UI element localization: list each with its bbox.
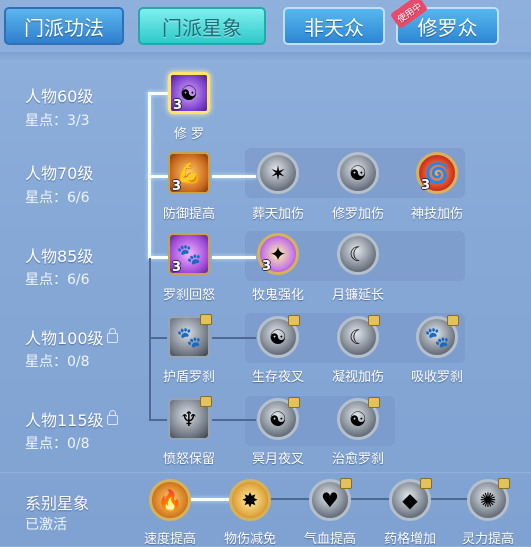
tab-label: 非天众	[304, 15, 364, 40]
row-level: 人物70级	[25, 164, 94, 183]
row-level: 人物60级	[25, 87, 94, 106]
skill-label: 凝视加伤	[331, 370, 384, 385]
tree-connector	[149, 419, 167, 421]
system-hp-up[interactable]: ♥	[309, 478, 352, 521]
row-points: 星点：6/6	[25, 190, 90, 206]
tab-sect-skills[interactable]: 门派功法	[4, 7, 124, 45]
tree-connector	[148, 175, 168, 178]
skill-defense-up[interactable]: 💪 3	[168, 152, 210, 194]
scythe-icon: ☾	[349, 242, 367, 266]
row-points: 星点：0/8	[25, 436, 90, 452]
system-spirit-up[interactable]: ✺	[467, 478, 510, 521]
skill-label: 冥月夜叉	[251, 452, 304, 467]
tree-connector	[212, 419, 256, 421]
skill-xiuluo-dmg[interactable]: ☯	[337, 152, 379, 194]
tab-label: 门派星象	[162, 15, 242, 40]
skill-label: 罗刹回怒	[162, 288, 215, 303]
tab-xiuluo[interactable]: 使用中 修罗众	[389, 0, 499, 45]
figure-icon: ✸	[241, 488, 259, 512]
skill-count: 3	[172, 179, 182, 194]
tree-connector	[212, 175, 256, 178]
skill-mugui[interactable]: ✦ 3	[257, 233, 299, 275]
skill-label: 药格增加	[383, 532, 436, 547]
header-divider	[0, 52, 531, 62]
skill-label: 防御提高	[162, 207, 215, 222]
tree-connector	[212, 337, 256, 339]
tab-label: 修罗众	[417, 15, 478, 40]
lock-icon	[447, 315, 459, 326]
lock-icon	[498, 478, 510, 489]
skill-survival-yaksha[interactable]: ☯	[257, 315, 300, 358]
tree-connector	[212, 256, 256, 259]
row-points: 星点：3/3	[25, 113, 90, 129]
skill-label: 愤怒保留	[162, 452, 215, 467]
skill-label: 修 罗	[173, 127, 205, 142]
skill-count: 3	[173, 98, 183, 113]
tree-connector	[149, 258, 151, 420]
lock-icon	[368, 315, 380, 326]
skill-shenji[interactable]: 🌀 3	[416, 152, 458, 194]
tab-label: 门派功法	[24, 15, 104, 40]
skill-gaze[interactable]: ☾	[337, 315, 380, 358]
skill-absorb-rakshasa[interactable]: 🐾	[416, 315, 459, 358]
skill-label: 生存夜叉	[251, 370, 304, 385]
flame-icon: 🔥	[157, 488, 183, 512]
lock-icon	[288, 315, 300, 326]
lock-icon	[106, 410, 118, 425]
row-level: 人物85级	[25, 247, 94, 266]
tab-feitian[interactable]: 非天众	[283, 7, 385, 45]
lock-icon	[340, 478, 352, 489]
tree-connector	[148, 256, 168, 259]
section-divider	[0, 472, 531, 473]
skill-label: 气血提高	[303, 532, 356, 547]
skill-label: 护盾罗刹	[162, 370, 215, 385]
lock-icon	[106, 328, 118, 343]
demon-icon: ☯	[349, 161, 367, 185]
skill-rakshasa-rage[interactable]: 🐾 3	[168, 233, 210, 275]
tab-sect-stars[interactable]: 门派星象	[138, 7, 266, 45]
slash-icon: ✶	[269, 161, 287, 185]
lock-icon	[200, 396, 212, 407]
lock-icon	[368, 397, 380, 408]
system-speed[interactable]: 🔥	[149, 479, 191, 521]
skill-xiuluo[interactable]: ☯ 3	[168, 72, 210, 114]
system-phys-reduce[interactable]: ✸	[229, 479, 271, 521]
skill-label: 物伤减免	[223, 532, 276, 547]
skill-count: 3	[262, 259, 272, 274]
skill-label: 速度提高	[143, 532, 196, 547]
lock-icon	[200, 314, 212, 325]
skill-zangtian[interactable]: ✶	[257, 152, 299, 194]
skill-label: 牧鬼强化	[251, 288, 304, 303]
skill-moon-scythe[interactable]: ☾	[337, 233, 379, 275]
skill-label: 治愈罗刹	[331, 452, 384, 467]
lock-icon	[288, 397, 300, 408]
skill-label: 灵力提高	[461, 532, 514, 547]
skill-heal-rakshasa[interactable]: ☯	[337, 397, 380, 440]
system-potion-slots[interactable]: ◆	[389, 478, 432, 521]
skill-label: 神技加伤	[410, 207, 463, 222]
tree-connector	[148, 92, 168, 95]
skill-label: 月镰延长	[331, 288, 384, 303]
row-points: 星点：6/6	[25, 272, 90, 288]
tree-connector	[270, 498, 500, 500]
skill-moon-yaksha[interactable]: ☯	[257, 397, 300, 440]
system-title: 系别星象	[25, 494, 90, 513]
row-level: 人物100级	[25, 325, 118, 349]
skill-label: 葬天加伤	[251, 207, 304, 222]
lock-icon	[420, 478, 432, 489]
skill-label: 吸收罗刹	[410, 370, 463, 385]
row-level: 人物115级	[25, 407, 118, 431]
skill-count: 3	[421, 178, 431, 193]
skill-count: 3	[172, 260, 182, 275]
skill-shield-rakshasa[interactable]: 🐾	[168, 314, 212, 358]
skill-label: 修罗加伤	[331, 207, 384, 222]
tree-connector	[149, 337, 167, 339]
system-status: 已激活	[25, 517, 67, 533]
row-points: 星点：0/8	[25, 354, 90, 370]
skill-anger-retain[interactable]: ♆	[168, 396, 212, 440]
